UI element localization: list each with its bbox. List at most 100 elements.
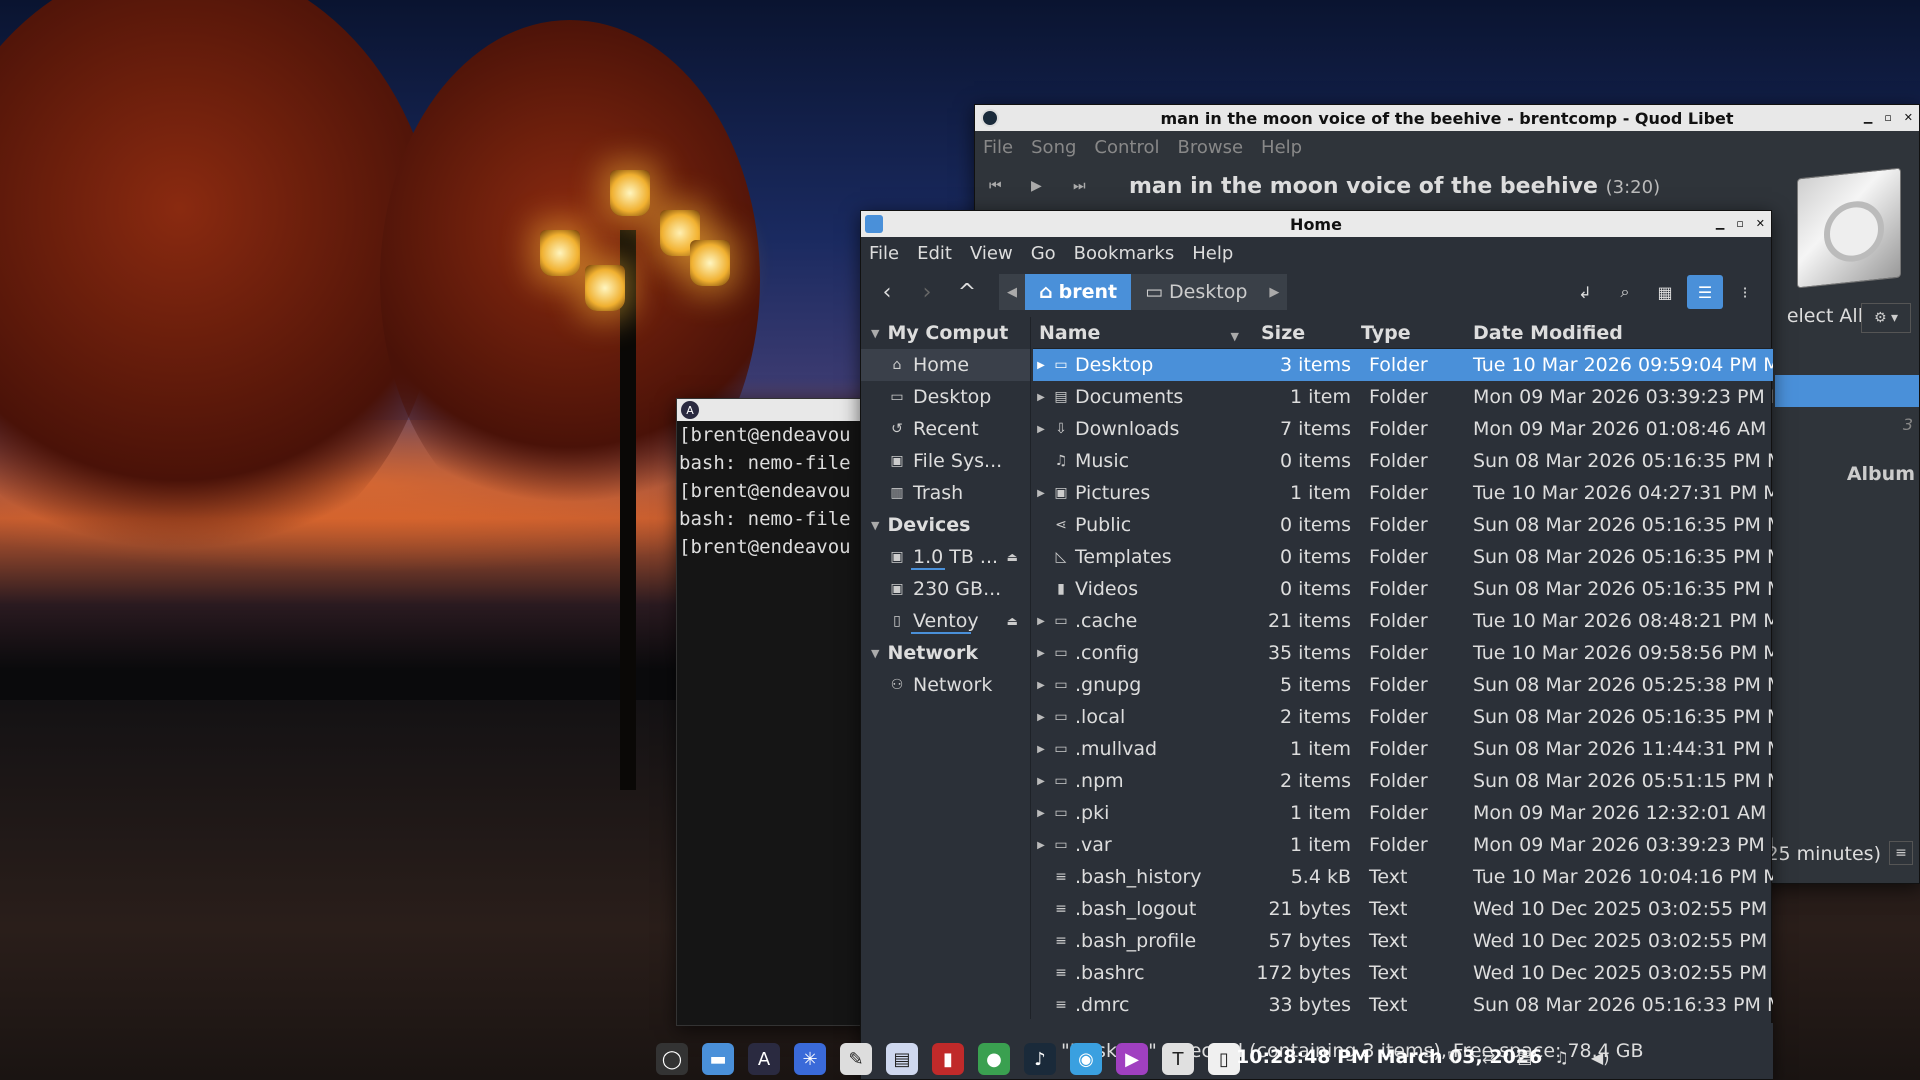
- sidebar-item-ventoy[interactable]: ▯ Ventoy ⏏: [861, 605, 1030, 637]
- eject-icon[interactable]: ⏏: [1007, 614, 1018, 628]
- expander-arrow-icon[interactable]: ▶: [1035, 840, 1047, 851]
- album-column-header[interactable]: Album: [1847, 463, 1915, 485]
- list-view-icon[interactable]: ☰: [1687, 275, 1723, 309]
- browser-icon[interactable]: ◉: [1070, 1043, 1102, 1075]
- expander-arrow-icon[interactable]: ▶: [1035, 392, 1047, 403]
- eject-icon[interactable]: ⏏: [1007, 550, 1018, 564]
- menu-control[interactable]: Control: [1094, 137, 1159, 158]
- endeavouros-icon[interactable]: A: [748, 1043, 780, 1075]
- album-cover[interactable]: [1797, 167, 1901, 289]
- sidebar-item-network[interactable]: ⚇ Network: [861, 669, 1030, 701]
- sidebar-item-recent[interactable]: ↺ Recent: [861, 413, 1030, 445]
- menu-bookmarks[interactable]: Bookmarks: [1074, 243, 1175, 264]
- table-row[interactable]: ⋖ Public 0 items Folder Sun 08 Mar 2026 05:1…: [1033, 509, 1773, 541]
- sidebar-section-network[interactable]: ▼ Network: [861, 637, 1030, 669]
- menu-help[interactable]: Help: [1192, 243, 1233, 264]
- sidebar-item-home[interactable]: ⌂ Home: [861, 349, 1030, 381]
- sidebar-section-devices[interactable]: ▼ Devices: [861, 509, 1030, 541]
- previous-track-button[interactable]: ⏮: [989, 178, 1031, 194]
- sync-icon[interactable]: ⇄: [1482, 1048, 1495, 1068]
- maximize-button[interactable]: ▫: [1884, 105, 1891, 131]
- text-editor-icon[interactable]: ✎: [840, 1043, 872, 1075]
- expander-arrow-icon[interactable]: ▶: [1035, 360, 1047, 371]
- table-row[interactable]: ≡ .bashrc 172 bytes Text Wed 10 Dec 2025 03:…: [1033, 957, 1773, 989]
- table-row[interactable]: ▶ ▭ .pki 1 item Folder Mon 09 Mar 2026 12:32:…: [1033, 797, 1773, 829]
- sidebar-item-desktop[interactable]: ▭ Desktop: [861, 381, 1030, 413]
- expander-arrow-icon[interactable]: ▶: [1035, 648, 1047, 659]
- expander-arrow-icon[interactable]: ▶: [1035, 680, 1047, 691]
- file-manager-icon[interactable]: ▬: [702, 1043, 734, 1075]
- expander-arrow-icon[interactable]: ▶: [1035, 808, 1047, 819]
- column-header-date[interactable]: Date Modified: [1467, 322, 1773, 344]
- media-icon[interactable]: ▶: [1116, 1043, 1148, 1075]
- table-row[interactable]: ▶ ▭ .gnupg 5 items Folder Sun 08 Mar 2026 05:…: [1033, 669, 1773, 701]
- file-manager-titlebar[interactable]: Home ▁ ▫ ✕: [861, 211, 1771, 237]
- breadcrumb-home[interactable]: ⌂ brent: [1025, 274, 1132, 310]
- back-button[interactable]: ‹: [869, 275, 905, 309]
- table-row[interactable]: ▶ ▭ .npm 2 items Folder Sun 08 Mar 2026 05:51…: [1033, 765, 1773, 797]
- menu-view[interactable]: View: [970, 243, 1013, 264]
- system-menu-icon[interactable]: ◯: [656, 1043, 688, 1075]
- sidebar-item-filesystem[interactable]: ▣ File Sys...: [861, 445, 1030, 477]
- table-row[interactable]: ▮ Videos 0 items Folder Sun 08 Mar 2026 05:1…: [1033, 573, 1773, 605]
- expander-arrow-icon[interactable]: ▶: [1035, 776, 1047, 787]
- document-icon[interactable]: ▤: [886, 1043, 918, 1075]
- menu-help[interactable]: Help: [1261, 137, 1302, 158]
- column-header-type[interactable]: Type: [1355, 322, 1467, 344]
- compact-view-icon[interactable]: ⁝: [1727, 275, 1763, 309]
- menu-song[interactable]: Song: [1031, 137, 1076, 158]
- ebook-icon[interactable]: ▮: [932, 1043, 964, 1075]
- table-row[interactable]: ◺ Templates 0 items Folder Sun 08 Mar 2026 0…: [1033, 541, 1773, 573]
- quodlibet-icon[interactable]: ♪: [1024, 1043, 1056, 1075]
- table-row[interactable]: ≡ .bash_history 5.4 kB Text Tue 10 Mar 2026 …: [1033, 861, 1773, 893]
- sidebar-item-1tb-drive[interactable]: ▣ 1.0 TB ... ⏏: [861, 541, 1030, 573]
- menu-browse[interactable]: Browse: [1177, 137, 1243, 158]
- table-row[interactable]: ▶ ▭ Desktop 3 items Folder Tue 10 Mar 2026 09…: [1033, 349, 1773, 381]
- expander-arrow-icon[interactable]: ▶: [1035, 712, 1047, 723]
- expander-arrow-icon[interactable]: ▶: [1035, 424, 1047, 435]
- maps-pin-icon[interactable]: ●: [978, 1043, 1010, 1075]
- maximize-button[interactable]: ▫: [1736, 211, 1743, 237]
- minimize-button[interactable]: ▁: [1716, 211, 1724, 237]
- expander-arrow-icon[interactable]: ▶: [1035, 488, 1047, 499]
- selected-row[interactable]: [1775, 375, 1919, 407]
- search-icon[interactable]: ⌕: [1607, 275, 1643, 309]
- snowflake-app-icon[interactable]: ✳: [794, 1043, 826, 1075]
- breadcrumb-left-arrow[interactable]: ◀: [999, 274, 1025, 310]
- breadcrumb-desktop[interactable]: ▭ Desktop: [1131, 274, 1262, 310]
- open-terminal-icon[interactable]: ↲: [1567, 275, 1603, 309]
- minimize-button[interactable]: ▁: [1864, 105, 1872, 131]
- table-row[interactable]: ▶ ⇩ Downloads 7 items Folder Mon 09 Mar 2026 …: [1033, 413, 1773, 445]
- quodlibet-titlebar[interactable]: man in the moon voice of the beehive - b…: [975, 105, 1919, 131]
- table-row[interactable]: ≡ .bash_logout 21 bytes Text Wed 10 Dec 2025…: [1033, 893, 1773, 925]
- table-row[interactable]: ▶ ▭ .var 1 item Folder Mon 09 Mar 2026 03:39:…: [1033, 829, 1773, 861]
- icon-view-icon[interactable]: ▦: [1647, 275, 1683, 309]
- table-row[interactable]: ≡ .dmrc 33 bytes Text Sun 08 Mar 2026 05:16:…: [1033, 989, 1773, 1021]
- table-row[interactable]: ♫ Music 0 items Folder Sun 08 Mar 2026 05:16…: [1033, 445, 1773, 477]
- table-row[interactable]: ▶ ▭ .mullvad 1 item Folder Sun 08 Mar 2026 11…: [1033, 733, 1773, 765]
- column-header-name[interactable]: Name ▼: [1033, 322, 1255, 344]
- clipboard-icon[interactable]: ▤: [1517, 1048, 1532, 1068]
- gear-icon[interactable]: ⚙ ▾: [1861, 303, 1911, 333]
- notifications-icon[interactable]: ♫: [1555, 1048, 1569, 1068]
- sidebar-section-my-computer[interactable]: ▼ My Comput: [861, 317, 1030, 349]
- menu-file[interactable]: File: [869, 243, 899, 264]
- column-header-size[interactable]: Size: [1255, 322, 1355, 344]
- expander-arrow-icon[interactable]: ▶: [1035, 616, 1047, 627]
- sidebar-item-230gb-drive[interactable]: ▣ 230 GB...: [861, 573, 1030, 605]
- up-button[interactable]: ^: [949, 275, 985, 309]
- next-track-button[interactable]: ⏭: [1073, 178, 1115, 194]
- volume-icon[interactable]: ◀): [1591, 1048, 1610, 1068]
- vpn-icon[interactable]: ⛉: [1448, 1048, 1460, 1068]
- close-button[interactable]: ✕: [1904, 105, 1913, 131]
- menu-file[interactable]: File: [983, 137, 1013, 158]
- table-row[interactable]: ▶ ▭ .local 2 items Folder Sun 08 Mar 2026 05:…: [1033, 701, 1773, 733]
- menu-go[interactable]: Go: [1031, 243, 1056, 264]
- forward-button[interactable]: ›: [909, 275, 945, 309]
- expander-arrow-icon[interactable]: ▶: [1035, 744, 1047, 755]
- table-row[interactable]: ▶ ▭ .cache 21 items Folder Tue 10 Mar 2026 08…: [1033, 605, 1773, 637]
- table-row[interactable]: ▶ ▭ .config 35 items Folder Tue 10 Mar 2026 0…: [1033, 637, 1773, 669]
- queue-toggle-icon[interactable]: ≡: [1889, 841, 1913, 865]
- close-button[interactable]: ✕: [1756, 211, 1765, 237]
- table-row[interactable]: ▶ ▤ Documents 1 item Folder Mon 09 Mar 2026 0…: [1033, 381, 1773, 413]
